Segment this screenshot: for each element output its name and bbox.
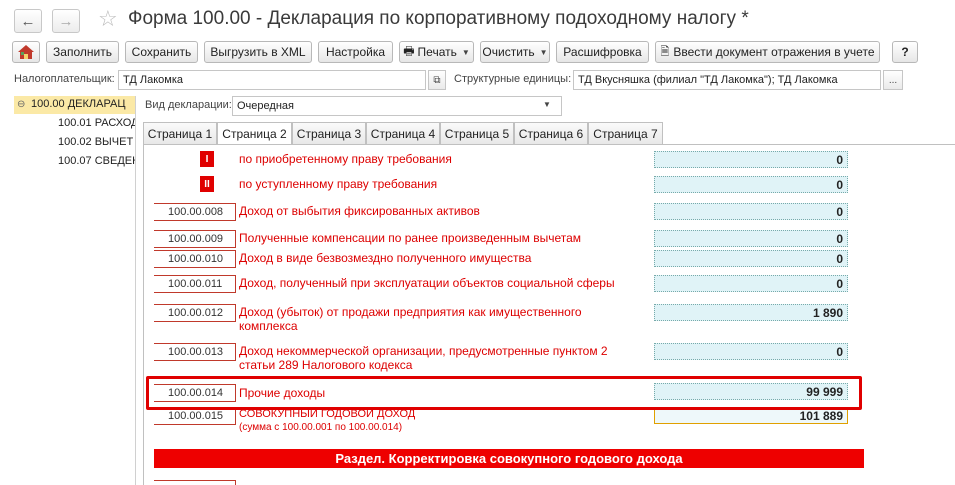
- declaration-type-select[interactable]: Очередная: [232, 96, 562, 116]
- title-bar: ← → ☆ Форма 100.00 - Декларация по корпо…: [0, 0, 955, 38]
- row-value-field[interactable]: 0: [654, 176, 848, 193]
- row-code: [154, 480, 236, 485]
- clear-button[interactable]: Очистить ▼: [480, 41, 550, 63]
- row-value-field[interactable]: 0: [654, 343, 848, 360]
- tree-item-100-02[interactable]: 100.02 ВЫЧЕТ: [58, 134, 133, 152]
- units-label: Структурные единицы:: [454, 73, 572, 85]
- roman-marker: II: [200, 176, 214, 192]
- sheet-tree: ⊖ 100.00 ДЕКЛАРАЦ 100.01 РАСХОД 100.02 ВЫ…: [14, 96, 136, 485]
- row-value-field[interactable]: 1 890: [654, 304, 848, 321]
- units-select-button[interactable]: ...: [883, 70, 903, 90]
- open-taxpayer-button[interactable]: ⧉: [428, 70, 446, 90]
- tab-page-4[interactable]: Страница 4: [366, 122, 440, 144]
- back-button[interactable]: ←: [14, 9, 42, 33]
- toolbar: Заполнить Сохранить Выгрузить в XML Наст…: [0, 41, 955, 65]
- caret-down-icon: ▼: [461, 47, 470, 57]
- fill-button[interactable]: Заполнить: [46, 41, 119, 63]
- settings-button[interactable]: Настройка: [318, 41, 393, 63]
- header-fields: Налогоплательщик: ТД Лакомка ⧉ Структурн…: [0, 70, 955, 90]
- row-code: 100.00.011: [154, 275, 236, 293]
- row-code: 100.00.009: [154, 230, 236, 248]
- row-value-field[interactable]: 0: [654, 230, 848, 247]
- decode-button[interactable]: Расшифровка: [556, 41, 649, 63]
- home-button[interactable]: [12, 41, 40, 63]
- printer-icon: 🖶: [403, 43, 415, 58]
- tab-page-1[interactable]: Страница 1: [143, 122, 217, 144]
- reflect-document-label: Ввести документ отражения в учете: [673, 45, 875, 59]
- row-value-field[interactable]: 0: [654, 151, 848, 168]
- taxpayer-label: Налогоплательщик:: [14, 73, 115, 85]
- row-label: по уступленному праву требования: [239, 177, 438, 191]
- tab-page-5[interactable]: Страница 5: [440, 122, 514, 144]
- open-link-icon: ⧉: [433, 74, 441, 86]
- arrow-left-icon: ←: [20, 12, 36, 30]
- tree-item-label: 100.00 ДЕКЛАРАЦ: [31, 98, 126, 110]
- tab-page-2[interactable]: Страница 2: [217, 122, 292, 145]
- reflect-document-button[interactable]: 🗎 Ввести документ отражения в учете: [655, 41, 880, 63]
- row-label: Доход (убыток) от продажи предприятия ка…: [239, 305, 582, 333]
- help-button[interactable]: ?: [892, 41, 918, 63]
- arrow-right-icon: →: [58, 12, 74, 30]
- row-label: Полученные компенсации по ранее произвед…: [239, 231, 582, 245]
- tree-item-100-07[interactable]: 100.07 СВЕДЕН: [58, 153, 135, 171]
- roman-marker: I: [200, 151, 214, 167]
- tab-page-6[interactable]: Страница 6: [514, 122, 588, 144]
- forward-button[interactable]: →: [52, 9, 80, 33]
- export-xml-button[interactable]: Выгрузить в XML: [204, 41, 312, 63]
- row-label: Доход в виде безвозмездно полученного им…: [239, 251, 532, 265]
- taxpayer-field[interactable]: ТД Лакомка: [118, 70, 426, 90]
- window-title: Форма 100.00 - Декларация по корпоративн…: [128, 8, 749, 29]
- declaration-type-label: Вид декларации:: [145, 99, 232, 111]
- row-label: по приобретенному праву требования: [239, 152, 452, 166]
- tab-page-3[interactable]: Страница 3: [292, 122, 366, 144]
- clear-label: Очистить: [482, 45, 535, 59]
- row-code: 100.00.013: [154, 343, 236, 361]
- row-sublabel: (сумма с 100.00.001 по 100.00.014): [239, 422, 403, 433]
- print-label: Печать: [417, 45, 457, 59]
- row-value-field[interactable]: 0: [654, 203, 848, 220]
- declaration-sheet: I по приобретенному праву требования 0 I…: [143, 144, 955, 485]
- row-label: Доход, полученный при эксплуатации объек…: [239, 276, 615, 290]
- row-value-field[interactable]: 0: [654, 250, 848, 267]
- tree-item-100-00[interactable]: ⊖ 100.00 ДЕКЛАРАЦ: [14, 96, 135, 114]
- highlight-box: [146, 376, 862, 410]
- collapse-icon[interactable]: ⊖: [17, 99, 31, 110]
- caret-down-icon: ▼: [539, 47, 548, 57]
- document-icon: 🗎: [660, 45, 670, 58]
- row-code: 100.00.008: [154, 203, 236, 221]
- row-label: Доход от выбытия фиксированных активов: [239, 204, 480, 218]
- print-button[interactable]: 🖶 Печать ▼: [399, 41, 474, 63]
- row-code: 100.00.010: [154, 250, 236, 268]
- tree-item-100-01[interactable]: 100.01 РАСХОД: [58, 115, 135, 133]
- row-code: 100.00.012: [154, 304, 236, 322]
- row-label: Доход некоммерческой организации, предус…: [239, 344, 608, 372]
- favorite-star-icon[interactable]: ☆: [98, 6, 118, 32]
- caret-down-icon: ▼: [543, 100, 551, 109]
- row-value-field[interactable]: 0: [654, 275, 848, 292]
- house-icon: [18, 45, 34, 59]
- section-header: Раздел. Корректировка совокупного годово…: [154, 449, 864, 468]
- save-button[interactable]: Сохранить: [125, 41, 198, 63]
- tab-page-7[interactable]: Страница 7: [588, 122, 663, 144]
- units-field[interactable]: ТД Вкусняшка (филиал "ТД Лакомка"); ТД Л…: [573, 70, 881, 90]
